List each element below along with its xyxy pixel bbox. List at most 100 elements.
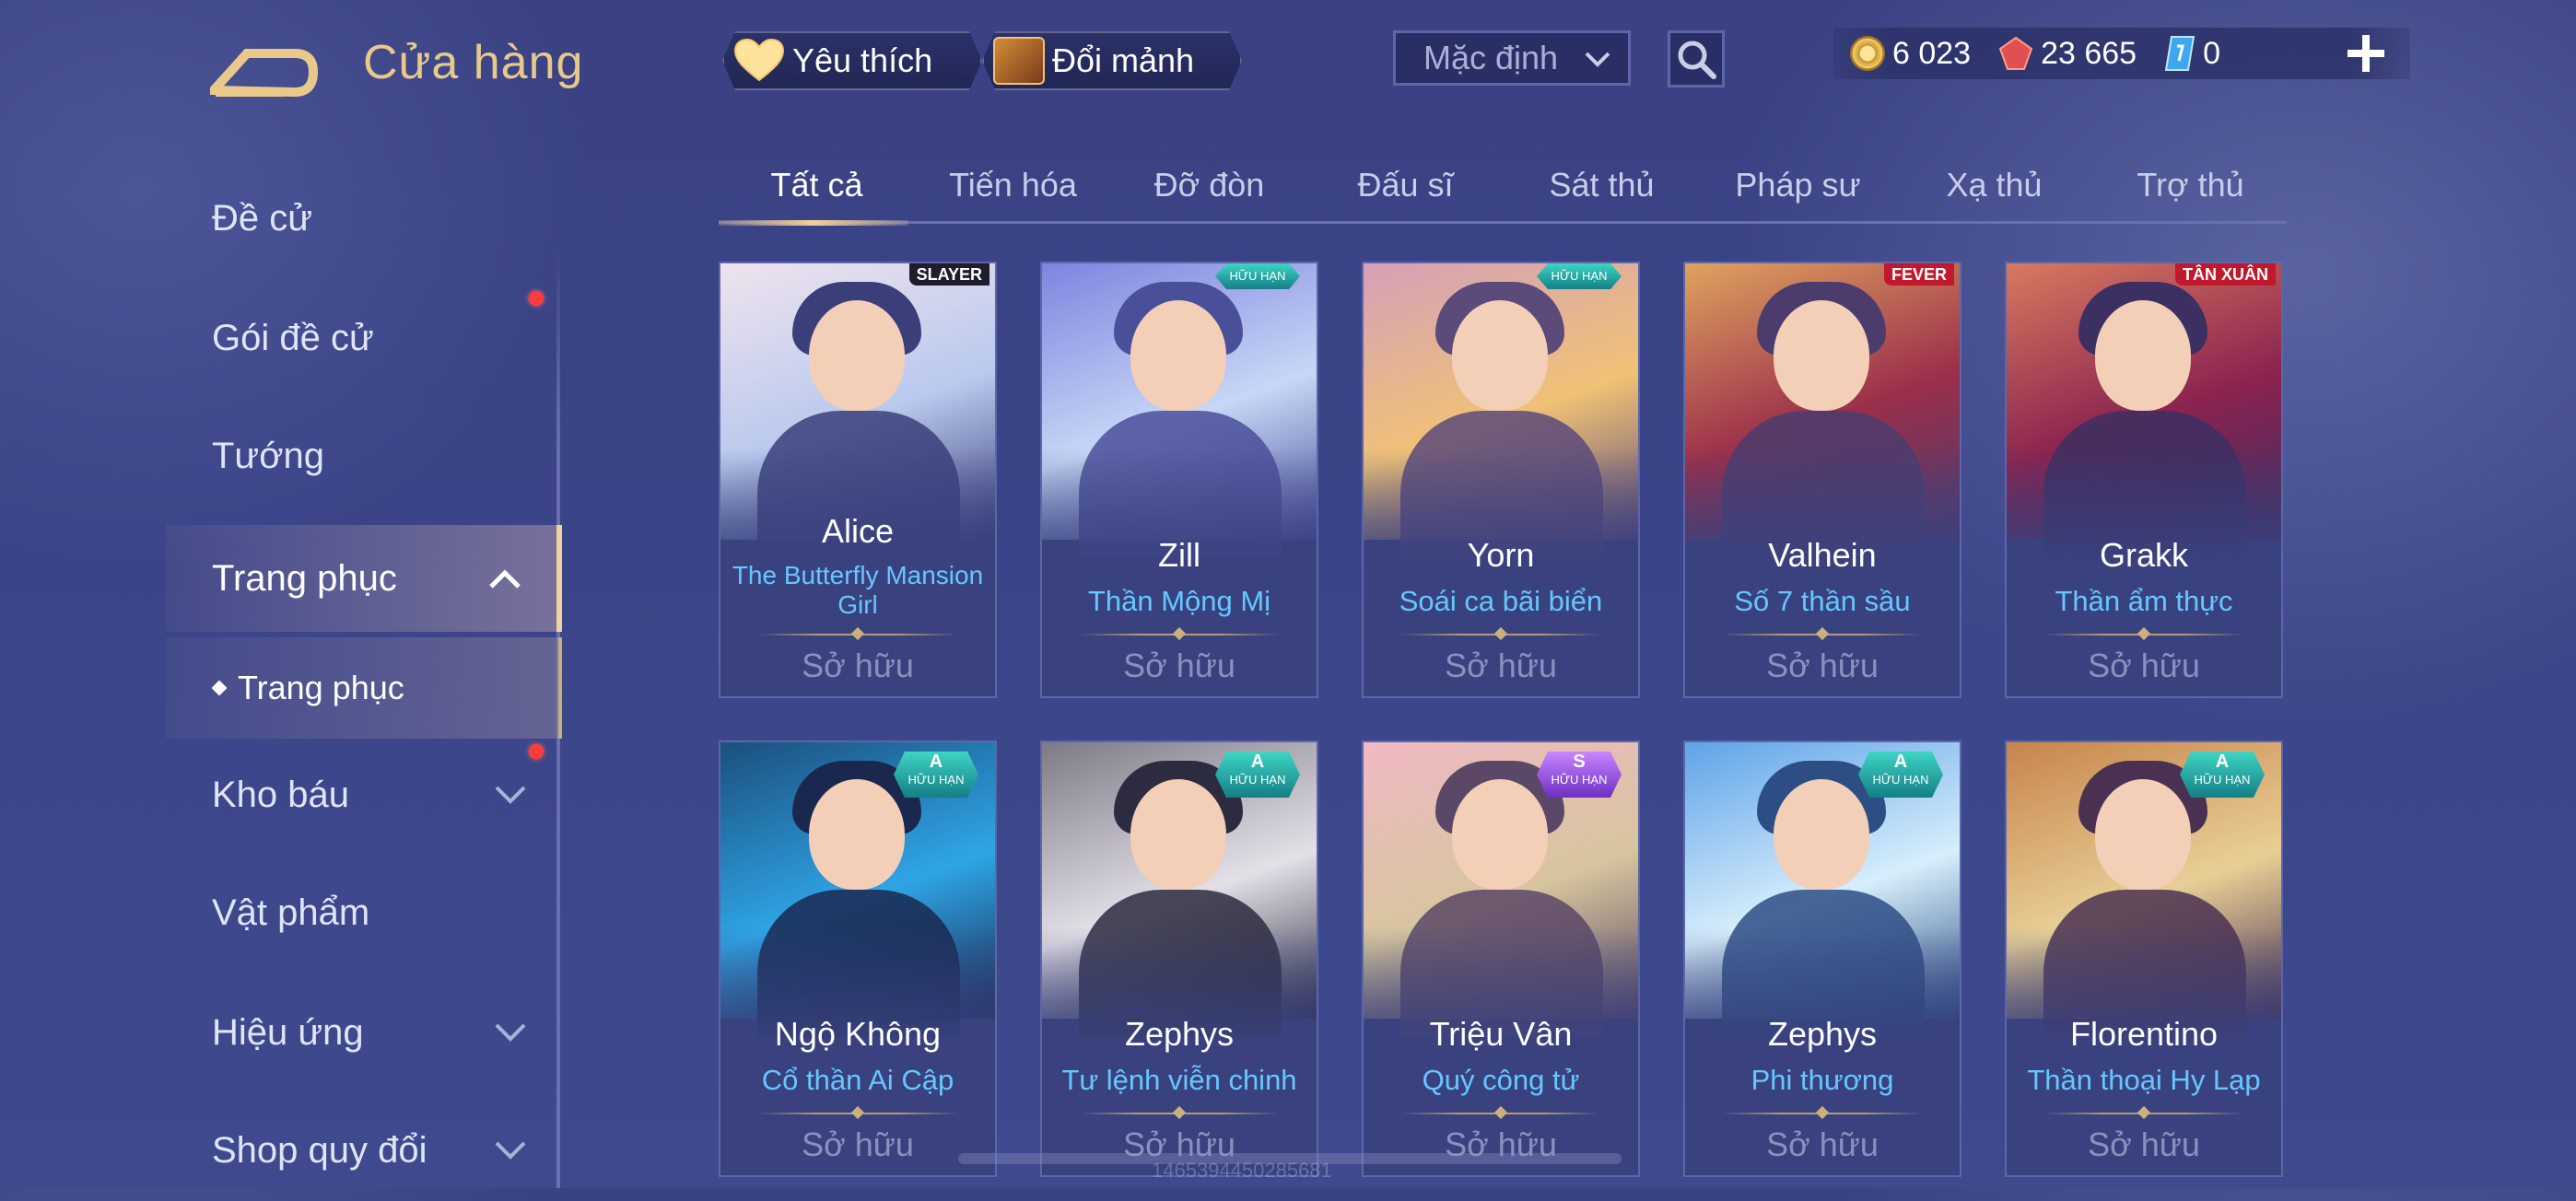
sidebar-item-label: Trang phục — [212, 557, 397, 599]
notification-dot — [529, 291, 544, 306]
chevron-down-icon — [1585, 52, 1610, 67]
sidebar-item-shop-quy-doi[interactable]: Shop quy đổi — [0, 1100, 562, 1201]
hero-name: Ngộ Không — [774, 1015, 942, 1053]
badge-text: HỮU HẠN — [1229, 269, 1286, 283]
skin-card[interactable]: FEVER Valhein Số 7 thần sầu Sở hữu — [1683, 262, 1961, 698]
hero-portrait-face — [809, 300, 905, 411]
sidebar-item-hieu-ung[interactable]: Hiệu ứng — [0, 982, 562, 1083]
chevron-down-icon — [495, 786, 526, 804]
back-logo-icon[interactable] — [210, 35, 319, 98]
tab-xa-thu[interactable]: Xạ thủ — [1896, 157, 2092, 221]
red-gem-icon — [1998, 36, 2033, 70]
sidebar-item-tuong[interactable]: Tướng — [0, 405, 562, 507]
badge-text: HỮU HẠN — [1872, 773, 1929, 787]
sidebar-item-de-cu[interactable]: Đề cử — [0, 168, 562, 269]
skin-card[interactable]: A HỮU HẠN Ngộ Không Cổ thần Ai Cập Sở hữu — [719, 740, 997, 1177]
tab-label: Tiến hóa — [949, 166, 1077, 204]
footer-id: 1465394450285681 — [1152, 1159, 1332, 1182]
skin-card[interactable]: SLAYER Alice The Butterfly Mansion Girl Sở h… — [719, 262, 997, 698]
owned-status: Sở hữu — [2088, 1125, 2200, 1163]
gold-amount: 6 023 — [1892, 35, 1972, 71]
hero-portrait-face — [1774, 300, 1869, 411]
limited-badge: A HỮU HẠN — [894, 752, 978, 798]
chevron-down-icon — [495, 1141, 526, 1160]
limited-badge: HỮU HẠN — [1215, 263, 1300, 289]
sort-dropdown[interactable]: Mặc định — [1393, 30, 1631, 86]
hero-portrait-face — [809, 779, 905, 890]
limited-badge: A HỮU HẠN — [1215, 752, 1300, 798]
favorites-button[interactable]: Yêu thích — [722, 31, 982, 90]
heart-icon — [733, 38, 785, 84]
notification-dot — [529, 744, 544, 759]
skin-name: Số 7 thần sầu — [1734, 585, 1911, 617]
tab-tien-hoa[interactable]: Tiến hóa — [915, 157, 1111, 221]
tab-label: Đấu sĩ — [1357, 166, 1454, 204]
tab-phap-su[interactable]: Pháp sư — [1700, 157, 1896, 221]
skin-card[interactable]: S HỮU HẠN Triệu Vân Quý công tử Sở hữu — [1362, 740, 1640, 1177]
skin-card[interactable]: A HỮU HẠN Zephys Phi thương Sở hữu — [1683, 740, 1961, 1177]
badge-text: HỮU HẠN — [1551, 269, 1608, 283]
sidebar-item-label: Vật phẩm — [212, 892, 370, 933]
tab-tat-ca[interactable]: Tất cả — [719, 157, 915, 226]
gold-balance: 6 023 — [1850, 36, 1971, 72]
sidebar-item-vat-pham[interactable]: Vật phẩm — [0, 862, 562, 963]
sidebar-subitem-label: Trang phục — [238, 669, 404, 706]
limited-badge: S HỮU HẠN — [1537, 752, 1622, 798]
gold-coin-icon — [1850, 36, 1885, 71]
sidebar-item-kho-bau[interactable]: Kho báu — [0, 744, 562, 845]
hero-portrait-face — [1452, 300, 1548, 411]
search-button[interactable] — [1668, 30, 1725, 87]
sidebar-item-label: Gói đề cử — [212, 317, 374, 358]
badge-rank: A — [929, 752, 943, 772]
sidebar-item-goi-de-cu[interactable]: Gói đề cử — [0, 287, 562, 389]
voucher-amount: 0 — [2203, 35, 2221, 71]
sidebar-subitem-trang-phuc[interactable]: Trang phục — [166, 637, 562, 739]
tab-dau-si[interactable]: Đấu sĩ — [1307, 157, 1504, 221]
card-divider — [1400, 634, 1601, 635]
currency-bar: 6 023 23 665 0 — [1833, 28, 2410, 79]
badge-rank: S — [1573, 752, 1586, 772]
exchange-fragments-button[interactable]: Đổi mảnh — [982, 31, 1242, 90]
skin-name: The Butterfly Mansion — [732, 561, 984, 589]
quan-huy-balance: 23 665 — [1998, 36, 2137, 72]
skin-name: Thần thoại Hy Lạp — [2027, 1064, 2261, 1096]
tab-label: Xạ thủ — [1946, 166, 2043, 204]
tab-do-don[interactable]: Đỡ đòn — [1111, 157, 1307, 221]
sidebar-item-trang-phuc[interactable]: Trang phục — [166, 525, 562, 632]
sort-value: Mặc định — [1423, 39, 1559, 76]
card-divider — [1079, 1113, 1280, 1114]
hero-name: Zill — [1158, 536, 1200, 574]
owned-status: Sở hữu — [2088, 647, 2200, 684]
badge-text: HỮU HẠN — [2194, 773, 2251, 787]
skin-name-line2: Girl — [837, 590, 878, 619]
limited-badge: A HỮU HẠN — [1858, 752, 1943, 798]
owned-status: Sở hữu — [1766, 1125, 1879, 1163]
add-currency-icon[interactable] — [2340, 28, 2392, 79]
card-divider — [1722, 1113, 1923, 1114]
skin-card[interactable]: TÂN XUÂN Grakk Thần ẩm thực Sở hữu — [2005, 262, 2283, 698]
limited-badge: HỮU HẠN — [1537, 263, 1622, 289]
skin-name: Thần Mộng Mị — [1087, 585, 1271, 617]
category-tabs: Tất cả Tiến hóa Đỡ đòn Đấu sĩ Sát thủ Ph… — [719, 157, 2289, 226]
quan-huy-amount: 23 665 — [2041, 35, 2137, 71]
favorites-label: Yêu thích — [792, 41, 933, 79]
event-tag: TÂN XUÂN — [2175, 263, 2276, 286]
bullet-diamond-icon — [211, 680, 228, 696]
card-divider — [757, 1113, 958, 1114]
tab-label: Sát thủ — [1549, 166, 1655, 204]
skin-card[interactable]: A HỮU HẠN Zephys Tư lệnh viễn chinh Sở hữu — [1040, 740, 1318, 1177]
hero-portrait-face — [1452, 779, 1548, 890]
tab-tro-thu[interactable]: Trợ thủ — [2092, 157, 2289, 221]
tab-sat-thu[interactable]: Sát thủ — [1504, 157, 1700, 221]
hero-name: Zephys — [1767, 1015, 1878, 1053]
tab-label: Đỡ đòn — [1153, 166, 1265, 204]
hero-name: Valhein — [1768, 536, 1877, 574]
skin-card[interactable]: A HỮU HẠN Florentino Thần thoại Hy Lạp Sở hữ… — [2005, 740, 2283, 1177]
skin-card[interactable]: HỮU HẠN Yorn Soái ca bãi biển Sở hữu — [1362, 262, 1640, 698]
skin-name: Tư lệnh viễn chinh — [1061, 1064, 1297, 1096]
skin-name: Phi thương — [1751, 1064, 1894, 1096]
sidebar-item-label: Shop quy đổi — [212, 1129, 427, 1171]
owned-status: Sở hữu — [802, 647, 914, 684]
skin-card[interactable]: HỮU HẠN Zill Thần Mộng Mị Sở hữu — [1040, 262, 1318, 698]
skin-name: Quý công tử — [1422, 1064, 1580, 1096]
